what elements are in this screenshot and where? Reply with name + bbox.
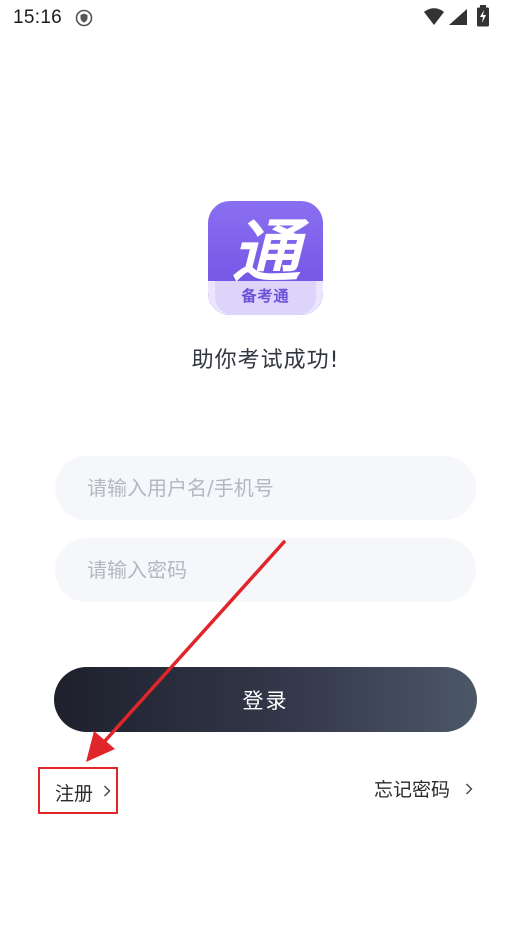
status-bar: 15:16 xyxy=(0,0,531,38)
login-button[interactable]: 登录 xyxy=(54,667,477,732)
signal-icon xyxy=(449,9,467,25)
password-input[interactable] xyxy=(87,538,447,602)
register-label: 注册 xyxy=(55,783,94,805)
chevron-right-icon xyxy=(466,783,473,795)
username-input[interactable] xyxy=(87,456,447,520)
chevron-right-icon xyxy=(104,785,111,797)
logo-glyph-text: 通 xyxy=(232,213,310,291)
forgot-password-label: 忘记密码 xyxy=(374,779,451,801)
password-field[interactable] xyxy=(55,538,476,602)
logo-glyph-icon: 通 xyxy=(232,213,310,291)
username-field[interactable] xyxy=(55,456,476,520)
wifi-icon xyxy=(424,8,444,25)
battery-charging-icon xyxy=(477,5,489,27)
app-logo: 通 备考通 xyxy=(208,201,323,315)
register-link[interactable]: 注册 xyxy=(38,767,118,814)
tagline: 助你考试成功! xyxy=(191,348,340,373)
logo-band: 备考通 xyxy=(208,281,323,315)
logo-band-text: 备考通 xyxy=(215,281,316,315)
status-time: 15:16 xyxy=(13,7,63,28)
shield-icon xyxy=(75,9,93,27)
